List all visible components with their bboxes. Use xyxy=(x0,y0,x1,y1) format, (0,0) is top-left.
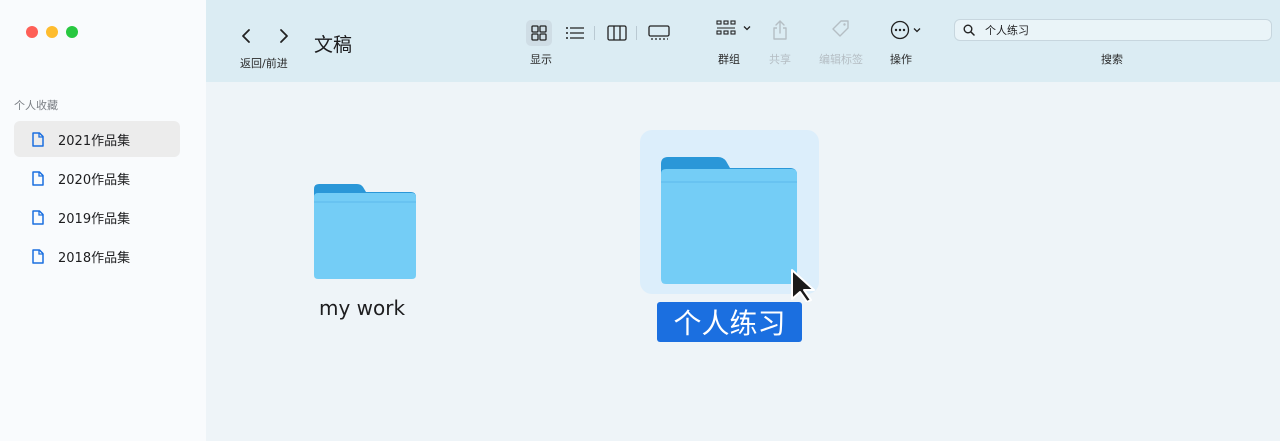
nav-label: 返回/前进 xyxy=(240,57,288,70)
document-icon xyxy=(32,248,44,264)
gallery-icon xyxy=(648,25,670,40)
document-icon xyxy=(32,131,44,147)
search-label: 搜索 xyxy=(1101,53,1123,66)
favorites-section-title: 个人收藏 xyxy=(14,99,58,112)
list-icon xyxy=(566,27,584,39)
search-field[interactable] xyxy=(954,19,1272,41)
folder-my-work[interactable] xyxy=(312,183,418,284)
search-input[interactable] xyxy=(983,22,1257,38)
window-controls xyxy=(26,26,78,38)
minimize-button[interactable] xyxy=(46,26,58,38)
view-divider xyxy=(594,26,595,40)
icon-view-button[interactable] xyxy=(526,20,552,46)
document-icon xyxy=(32,170,44,186)
sidebar-item-2018[interactable]: 2018作品集 xyxy=(14,238,180,274)
group-button[interactable] xyxy=(716,20,752,36)
sidebar-item-2020[interactable]: 2020作品集 xyxy=(14,160,180,196)
favorites-list: 2021作品集 2020作品集 2019作品集 2018作品集 xyxy=(14,121,180,277)
action-label: 操作 xyxy=(890,53,912,66)
sidebar-item-label: 2019作品集 xyxy=(58,211,131,227)
share-button[interactable] xyxy=(772,20,788,40)
folder-grid: my work 个人练习 xyxy=(206,82,1280,441)
edit-tags-label: 编辑标签 xyxy=(819,53,863,66)
gallery-view-button[interactable] xyxy=(646,20,672,46)
tag-icon xyxy=(832,20,849,37)
folder-name: my work xyxy=(319,296,406,320)
group-label: 群组 xyxy=(718,53,740,66)
mouse-cursor-icon xyxy=(791,269,815,302)
edit-tags-button[interactable] xyxy=(832,20,850,38)
sidebar-item-2021[interactable]: 2021作品集 xyxy=(14,121,180,157)
column-view-button[interactable] xyxy=(604,20,630,46)
window-title: 文稿 xyxy=(314,34,353,56)
chevron-down-icon xyxy=(743,26,751,31)
close-button[interactable] xyxy=(26,26,38,38)
chevron-down-icon xyxy=(913,28,921,33)
group-icon xyxy=(716,20,736,35)
view-divider xyxy=(636,26,637,40)
forward-button[interactable] xyxy=(278,26,290,46)
sidebar-item-2019[interactable]: 2019作品集 xyxy=(14,199,180,235)
more-icon xyxy=(890,20,910,40)
sidebar-item-label: 2021作品集 xyxy=(58,133,131,149)
sidebar-item-label: 2020作品集 xyxy=(58,172,131,188)
columns-icon xyxy=(607,25,627,41)
action-button[interactable] xyxy=(890,20,922,40)
back-button[interactable] xyxy=(240,26,252,46)
sidebar: 个人收藏 2021作品集 2020作品集 2019作品集 2018作品集 xyxy=(0,0,206,441)
document-icon xyxy=(32,209,44,225)
zoom-button[interactable] xyxy=(66,26,78,38)
share-icon xyxy=(773,20,787,40)
sidebar-item-label: 2018作品集 xyxy=(58,250,131,266)
folder-icon xyxy=(661,157,797,284)
folder-personal-practice[interactable] xyxy=(659,156,799,290)
toolbar: 返回/前进 文稿 显示 群组 共享 编辑标签 操作 个人练习 搜索 xyxy=(206,0,1280,82)
folder-name-selected[interactable]: 个人练习 xyxy=(657,302,802,342)
list-view-button[interactable] xyxy=(562,20,588,46)
grid-icon xyxy=(531,25,547,41)
view-label: 显示 xyxy=(530,53,552,66)
search-icon xyxy=(963,24,975,36)
share-label: 共享 xyxy=(769,53,791,66)
folder-icon xyxy=(314,184,416,279)
